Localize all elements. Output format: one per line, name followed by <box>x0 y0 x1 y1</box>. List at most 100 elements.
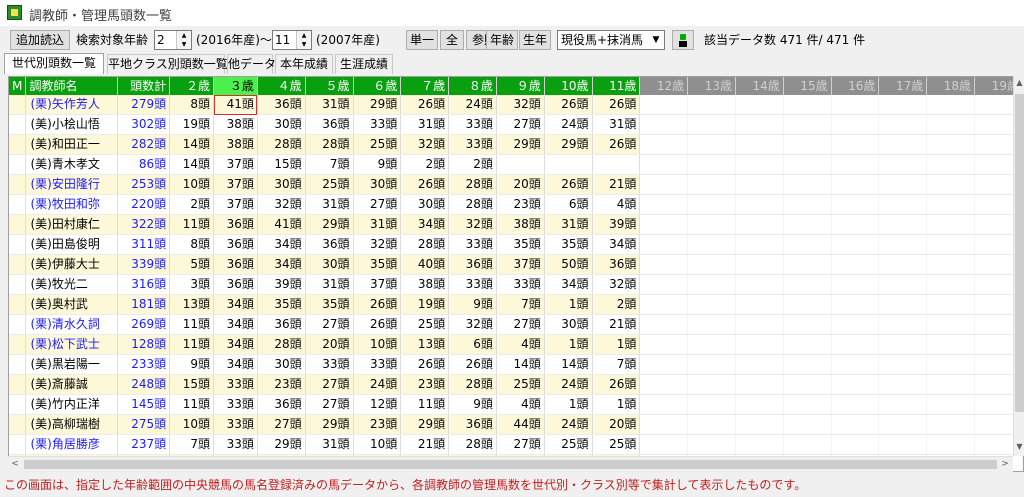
age-count-cell[interactable]: 28頭 <box>448 434 497 455</box>
age-count-cell[interactable]: 11頭 <box>169 314 215 335</box>
age-count-cell[interactable]: 35頭 <box>544 234 593 255</box>
trainer-name-cell[interactable]: (美)牧光二 <box>25 274 119 295</box>
age-count-cell[interactable]: 1頭 <box>592 334 641 355</box>
table-row[interactable]: (美)伊藤大士 339頭 5頭 36頭 34頭 30頭 35頭 40頭 36頭 37頭 50頭 36頭 <box>9 254 1023 275</box>
age-count-cell[interactable]: 30頭 <box>544 314 593 335</box>
total-count-cell[interactable]: 253頭 <box>117 174 171 195</box>
table-row[interactable]: (美)田村康仁 322頭 11頭 36頭 41頭 29頭 31頭 34頭 32頭 38頭 31頭 39… <box>9 214 1023 235</box>
total-count-cell[interactable]: 248頭 <box>117 374 171 395</box>
age-count-cell[interactable]: 28頭 <box>448 194 497 215</box>
table-row[interactable]: (栗)矢作芳人 279頭 8頭 41頭 36頭 31頭 29頭 26頭 24頭 32頭 26頭 26頭 <box>9 95 1023 115</box>
age-count-cell[interactable]: 1頭 <box>544 334 593 355</box>
column-header[interactable]: ９歳 <box>496 77 545 95</box>
age-count-cell[interactable]: 32頭 <box>353 234 402 255</box>
age-count-cell[interactable]: 4頭 <box>592 194 641 215</box>
table-row[interactable]: (美)牧光二 316頭 3頭 36頭 39頭 31頭 37頭 38頭 33頭 33頭 34頭 32頭 <box>9 274 1023 295</box>
age-count-cell[interactable]: 26頭 <box>544 174 593 195</box>
trainer-name-cell[interactable]: (美)奥村武 <box>25 294 119 315</box>
age-count-cell[interactable]: 19頭 <box>400 294 450 315</box>
total-count-cell[interactable]: 275頭 <box>117 414 171 435</box>
age-count-cell[interactable]: 19頭 <box>169 114 215 135</box>
age-count-cell[interactable]: 6頭 <box>544 194 593 215</box>
age-count-cell[interactable]: 26頭 <box>448 354 497 375</box>
age-count-cell[interactable]: 7頭 <box>592 354 641 375</box>
trainer-name-cell[interactable]: (美)田村康仁 <box>25 214 119 235</box>
age-count-cell[interactable]: 35頭 <box>353 254 402 275</box>
age-count-cell[interactable]: 32頭 <box>592 274 641 295</box>
vertical-scroll-thumb[interactable] <box>1015 94 1024 412</box>
age-count-cell[interactable]: 2頭 <box>448 154 497 175</box>
age-count-cell[interactable]: 33頭 <box>353 114 402 135</box>
table-row[interactable]: (美)田島俊明 311頭 8頭 36頭 34頭 36頭 32頭 28頭 33頭 35頭 35頭 34頭 <box>9 234 1023 255</box>
age-count-cell[interactable]: 33頭 <box>353 354 402 375</box>
column-header[interactable]: 10歳 <box>544 77 593 95</box>
total-count-cell[interactable]: 269頭 <box>117 314 171 335</box>
age-count-cell[interactable]: 33頭 <box>448 114 497 135</box>
trainer-name-cell[interactable]: (美)和田正一 <box>25 134 119 155</box>
mark-cell[interactable] <box>9 334 27 355</box>
table-row[interactable]: (栗)牧田和弥 220頭 2頭 37頭 32頭 31頭 27頭 30頭 28頭 23頭 6頭 4頭 <box>9 194 1023 215</box>
age-to-spinner[interactable]: 11 ▲ ▼ <box>272 30 312 50</box>
spin-up-icon[interactable]: ▲ <box>177 31 191 40</box>
column-header[interactable]: ８歳 <box>448 77 497 95</box>
age-count-cell[interactable]: 11頭 <box>400 394 450 415</box>
column-header[interactable]: 調教師名 <box>25 77 119 95</box>
mark-cell[interactable] <box>9 434 27 455</box>
age-count-cell[interactable]: 30頭 <box>257 354 306 375</box>
age-count-cell[interactable]: 31頭 <box>353 214 402 235</box>
table-row[interactable]: (栗)松下武士 128頭 11頭 34頭 28頭 20頭 10頭 13頭 6頭 4頭 1頭 1頭 <box>9 334 1023 355</box>
column-header[interactable]: ７歳 <box>400 77 450 95</box>
age-count-cell[interactable]: 36頭 <box>448 254 497 275</box>
trainer-name-cell[interactable]: (美)高柳瑞樹 <box>25 414 119 435</box>
age-count-cell[interactable]: 27頭 <box>257 414 306 435</box>
single-button[interactable]: 単一 <box>406 30 438 50</box>
age-count-cell[interactable]: 9頭 <box>353 154 402 175</box>
age-count-cell[interactable]: 34頭 <box>592 234 641 255</box>
spin-up-icon[interactable]: ▲ <box>297 31 311 40</box>
trainer-name-cell[interactable]: (美)斎藤誠 <box>25 374 119 395</box>
age-count-cell[interactable]: 24頭 <box>544 414 593 435</box>
mark-cell[interactable] <box>9 414 27 435</box>
age-count-cell[interactable]: 38頭 <box>213 114 258 135</box>
age-count-cell[interactable]: 38頭 <box>400 274 450 295</box>
trainer-name-cell[interactable]: (栗)角居勝彦 <box>25 434 119 455</box>
age-count-cell[interactable]: 25頭 <box>544 434 593 455</box>
person-icon-button[interactable] <box>672 30 694 50</box>
age-count-cell[interactable]: 35頭 <box>496 234 545 255</box>
age-count-cell[interactable]: 7頭 <box>496 294 545 315</box>
table-row[interactable]: (栗)角居勝彦 237頭 7頭 33頭 29頭 31頭 10頭 21頭 28頭 27頭 25頭 25頭 <box>9 434 1023 455</box>
age-count-cell[interactable]: 10頭 <box>353 334 402 355</box>
trainer-name-cell[interactable]: (美)黒岩陽一 <box>25 354 119 375</box>
age-count-cell[interactable]: 8頭 <box>169 95 215 115</box>
age-count-cell[interactable]: 15頭 <box>169 374 215 395</box>
spin-down-icon[interactable]: ▼ <box>297 40 311 49</box>
age-count-cell[interactable]: 34頭 <box>213 314 258 335</box>
age-count-cell[interactable]: 10頭 <box>169 174 215 195</box>
age-count-cell[interactable]: 32頭 <box>448 214 497 235</box>
trainer-name-cell[interactable]: (栗)矢作芳人 <box>25 95 119 115</box>
age-count-cell[interactable]: 24頭 <box>353 374 402 395</box>
trainer-name-cell[interactable]: (美)小桧山悟 <box>25 114 119 135</box>
column-header[interactable]: 11歳 <box>592 77 641 95</box>
age-count-cell[interactable]: 25頭 <box>305 174 354 195</box>
column-header[interactable]: ５歳 <box>305 77 354 95</box>
total-count-cell[interactable]: 128頭 <box>117 334 171 355</box>
age-count-cell[interactable] <box>544 154 593 175</box>
age-count-cell[interactable]: 24頭 <box>448 95 497 115</box>
column-header[interactable]: 18歳 <box>926 77 976 95</box>
age-count-cell[interactable]: 39頭 <box>257 274 306 295</box>
age-count-cell[interactable] <box>592 154 641 175</box>
mark-cell[interactable] <box>9 194 27 215</box>
age-count-cell[interactable]: 41頭 <box>257 214 306 235</box>
age-count-cell[interactable]: 14頭 <box>544 354 593 375</box>
table-row[interactable]: (美)青木孝文 86頭 14頭 37頭 15頭 7頭 9頭 2頭 2頭 <box>9 154 1023 175</box>
age-count-cell[interactable]: 23頭 <box>496 194 545 215</box>
vertical-scrollbar[interactable]: ▲ ▼ <box>1013 76 1024 456</box>
age-count-cell[interactable]: 6頭 <box>448 334 497 355</box>
age-count-cell[interactable]: 21頭 <box>592 174 641 195</box>
mark-cell[interactable] <box>9 214 27 235</box>
age-count-cell[interactable]: 29頭 <box>544 134 593 155</box>
scroll-right-icon[interactable]: > <box>998 457 1012 472</box>
age-count-cell[interactable]: 1頭 <box>544 294 593 315</box>
horizontal-scroll-thumb[interactable] <box>24 460 997 469</box>
